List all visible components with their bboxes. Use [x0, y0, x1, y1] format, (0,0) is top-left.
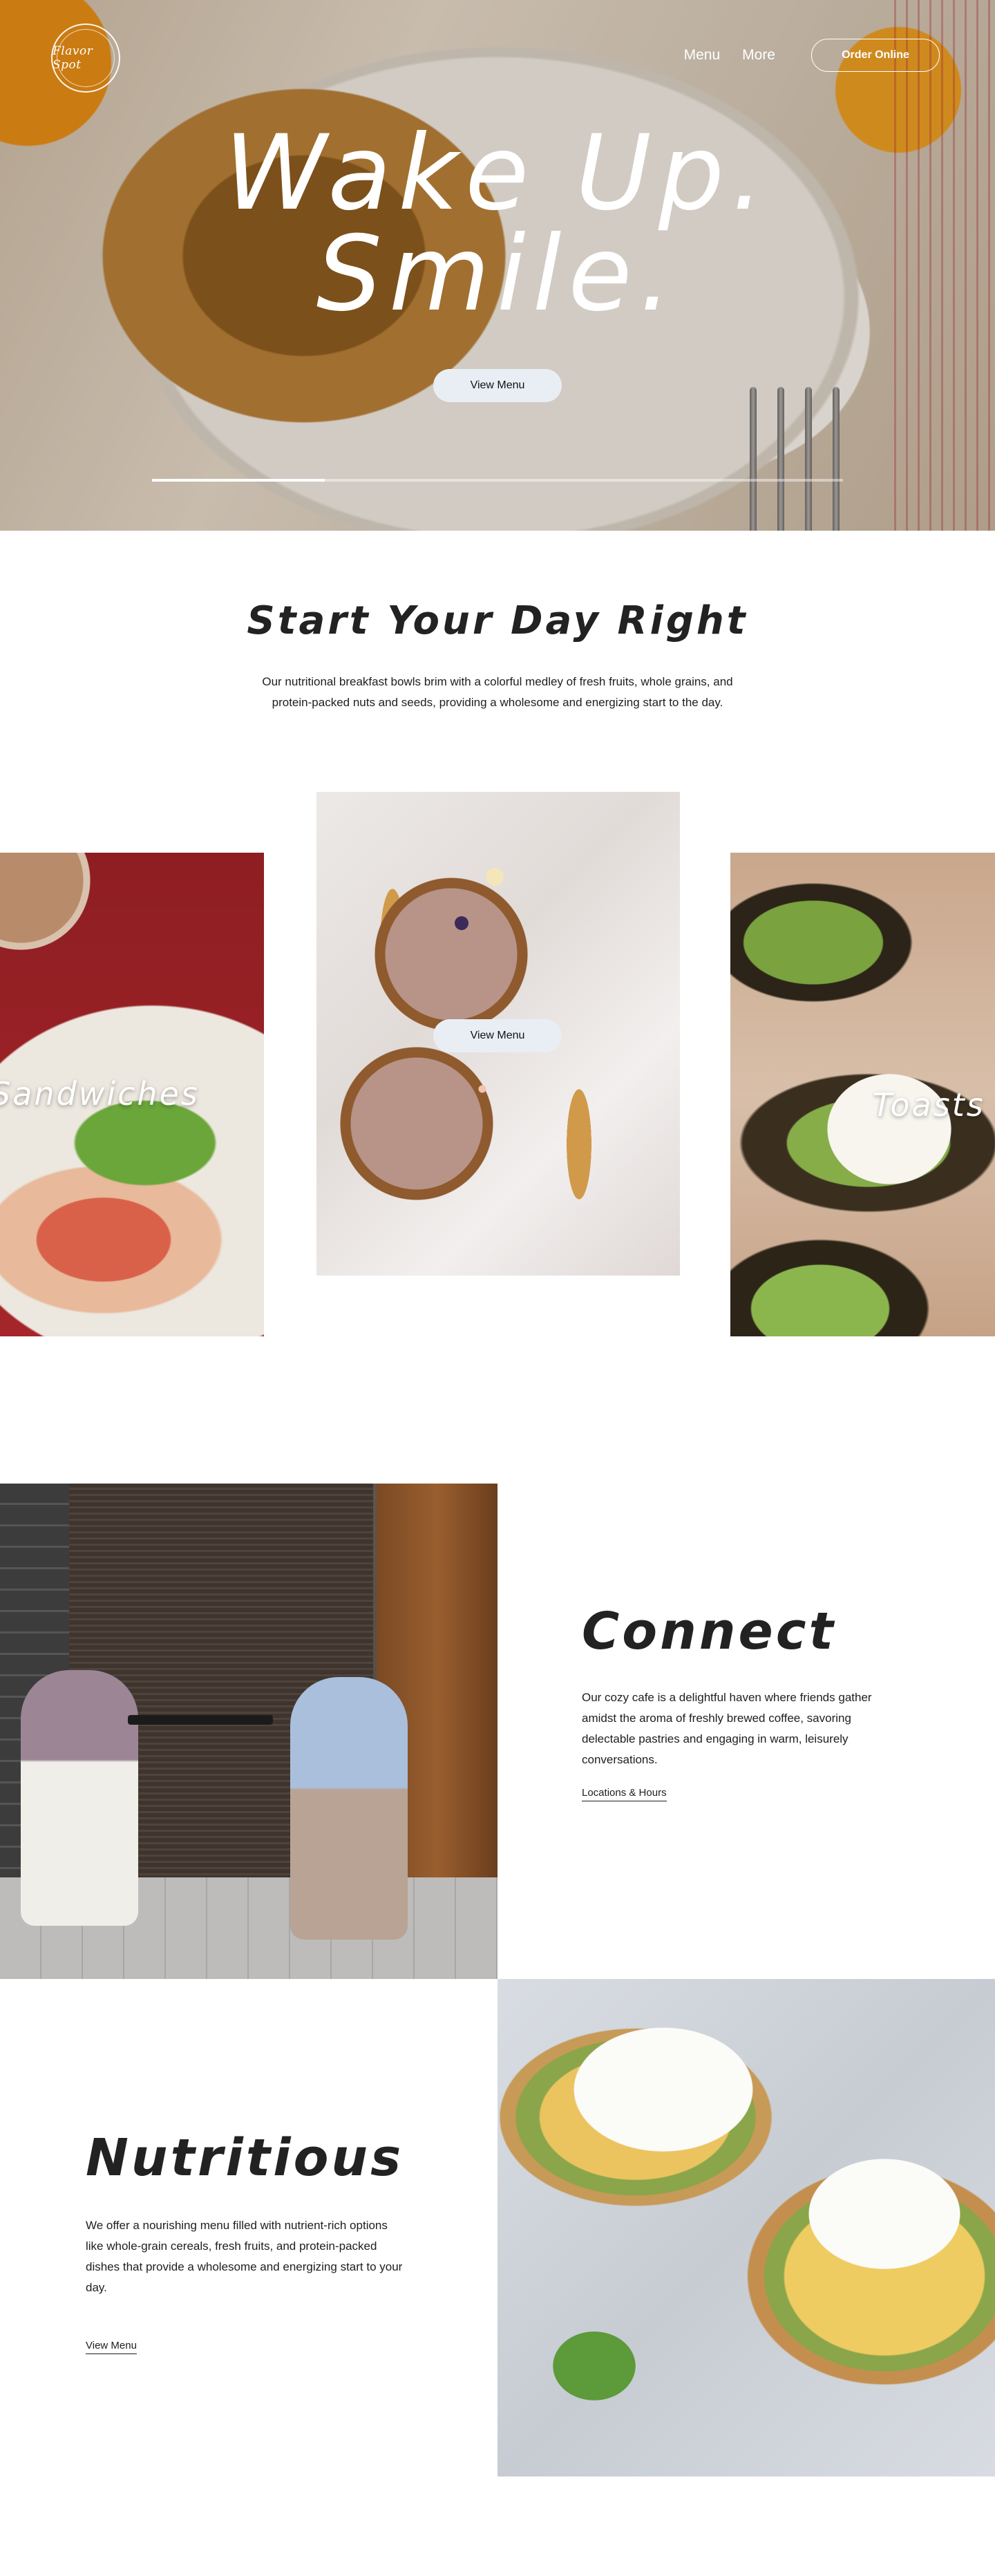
banana-slice-image — [486, 868, 504, 886]
nav-link-more[interactable]: More — [742, 47, 775, 64]
top-nav: Menu More Order Online — [684, 39, 940, 72]
nutritious-view-menu-link[interactable]: View Menu — [86, 2340, 137, 2354]
connect-heading: Connect — [582, 1602, 836, 1661]
intro-text: Our nutritional breakfast bowls brim wit… — [262, 675, 733, 709]
fork-image — [743, 387, 853, 531]
person-left-image — [21, 1670, 138, 1926]
hero-title-line-1: Wake Up. — [224, 113, 771, 234]
nutritious-heading: Nutritious — [86, 2128, 404, 2188]
sandwiches-card-label: Sandwiches — [0, 1075, 200, 1112]
toasts-card-label: Toasts — [873, 1086, 985, 1124]
nav-link-menu[interactable]: Menu — [684, 47, 721, 64]
logo-text: Flavor Spot — [53, 44, 93, 72]
hero-slide-progress-fill — [152, 479, 325, 482]
locations-hours-link[interactable]: Locations & Hours — [582, 1787, 667, 1801]
nutritious-text: We offer a nourishing menu filled with n… — [86, 2219, 403, 2294]
connect-text: Our cozy cafe is a delightful haven wher… — [582, 1691, 872, 1766]
hero-view-menu-button[interactable]: View Menu — [433, 369, 562, 402]
carousel-view-menu-button[interactable]: View Menu — [433, 1019, 562, 1052]
intro-title: Start Your Day Right — [247, 598, 748, 643]
hero-slide-progress[interactable] — [152, 479, 843, 482]
order-online-button[interactable]: Order Online — [811, 39, 940, 72]
cafe-table-image — [128, 1715, 273, 1725]
cafe-friends-photo — [0, 1484, 498, 1979]
person-right-image — [290, 1677, 408, 1940]
hero-title-line-2: Smile. — [316, 214, 679, 334]
berry-bowl-image — [455, 916, 468, 930]
brand-logo[interactable]: Flavor Spot — [51, 23, 120, 93]
eggs-benedict-photo — [498, 1979, 995, 2476]
